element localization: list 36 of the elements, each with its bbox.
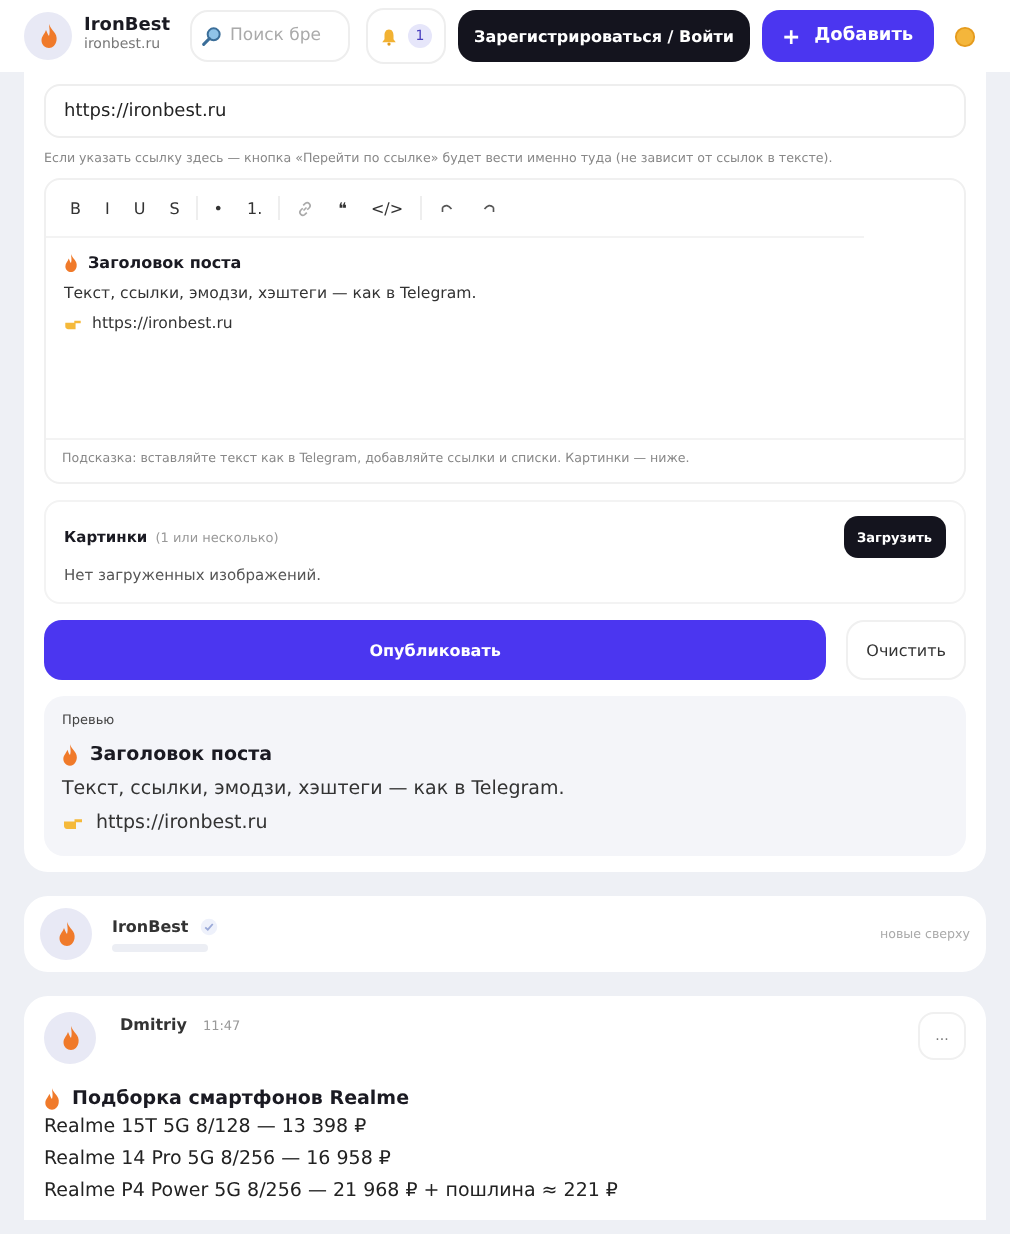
link-field[interactable]: https://ironbest.ru <box>44 84 966 138</box>
flame-icon <box>64 254 78 272</box>
post-line: Realme 14 Pro 5G 8/256 — 16 958 ₽ <box>44 1146 393 1174</box>
format-button[interactable]: 1. <box>235 190 275 226</box>
preview-title: Заголовок поста <box>90 744 273 766</box>
flame-icon <box>61 1026 79 1050</box>
post-line: Realme 15T 5G 8/128 — 13 398 ₽ <box>44 1114 369 1142</box>
redo-icon <box>479 199 498 217</box>
preview-text: Текст, ссылки, эмодзи, хэштеги — как в Telegram. <box>62 778 565 800</box>
flame-icon <box>44 1087 60 1109</box>
sun-icon[interactable] <box>953 25 976 47</box>
format-button[interactable]: I <box>93 190 122 226</box>
format-button[interactable]: </> <box>358 190 416 226</box>
undo-icon <box>437 199 456 217</box>
post-line: Realme P4 Power 5G 8/256 — 21 968 ₽ + пошлина ≈ 221 ₽ <box>44 1178 620 1206</box>
flame-icon <box>39 24 57 48</box>
format-button[interactable]: B <box>58 190 93 226</box>
link-icon <box>296 199 315 217</box>
editor-title: Заголовок поста <box>88 254 242 272</box>
logo-avatar[interactable] <box>24 12 72 60</box>
format-button[interactable]: U <box>121 190 158 226</box>
post-title: Подборка смартфонов Realme <box>72 1087 410 1109</box>
search-field[interactable]: Поиск бре <box>190 10 351 62</box>
bell-icon <box>380 27 399 45</box>
flame-icon <box>57 922 75 946</box>
author-name: Dmitriy <box>120 1016 187 1034</box>
format-button[interactable]: S <box>157 190 192 226</box>
channel-name: IronBest <box>112 917 189 935</box>
add-button[interactable]: + Добавить <box>761 10 934 62</box>
format-button[interactable]: • <box>201 190 236 226</box>
flame-icon <box>62 744 78 766</box>
login-button[interactable]: Зарегистрироваться / Войти <box>458 10 750 62</box>
clear-button[interactable]: Очистить <box>846 620 966 680</box>
format-button[interactable]: ❝ <box>326 190 359 226</box>
publish-button[interactable]: Опубликовать <box>44 620 827 680</box>
site-name: IronBest <box>84 18 171 37</box>
